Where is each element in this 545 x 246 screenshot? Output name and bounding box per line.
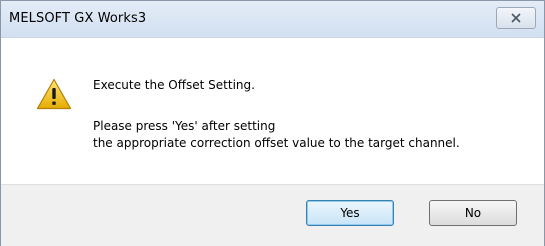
- window-title: MELSOFT GX Works3: [9, 11, 147, 26]
- yes-button[interactable]: Yes: [306, 200, 394, 226]
- close-icon: [510, 13, 522, 23]
- no-button[interactable]: No: [429, 200, 517, 226]
- message-body: Please press 'Yes' after setting the app…: [93, 118, 460, 152]
- close-button[interactable]: [496, 7, 536, 29]
- message-line: Please press 'Yes' after setting: [93, 119, 276, 133]
- title-bar[interactable]: MELSOFT GX Works3: [1, 1, 544, 38]
- message-dialog: MELSOFT GX Works3 Execute the Offset Set…: [0, 0, 545, 246]
- warning-icon: [36, 78, 72, 110]
- dialog-content: Execute the Offset Setting. Please press…: [1, 38, 544, 184]
- message-line: the appropriate correction offset value …: [93, 136, 460, 150]
- button-bar: Yes No: [1, 184, 544, 246]
- message-title: Execute the Offset Setting.: [93, 78, 255, 92]
